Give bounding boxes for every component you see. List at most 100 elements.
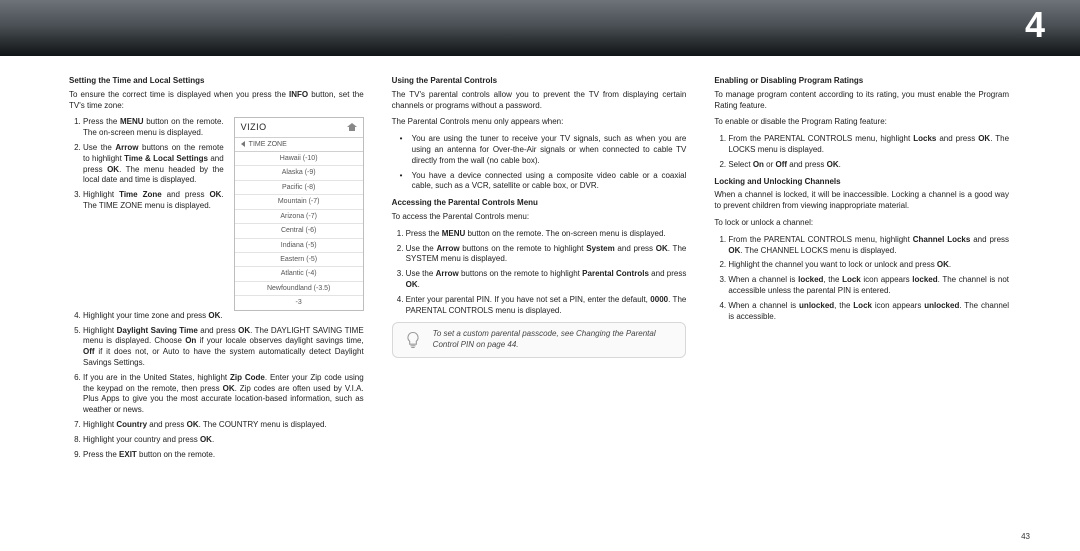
step-2: Highlight the channel you want to lock o… [728, 260, 1009, 271]
bold: Country [116, 420, 147, 429]
txt: , the [834, 301, 853, 310]
tip-text: To set a custom parental passcode, see C… [433, 329, 676, 351]
steps-list-c: Press the MENU button on the remote. The… [392, 229, 687, 317]
txt: and press [787, 160, 827, 169]
tz-footer: -3 [235, 296, 363, 309]
bold: OK [978, 134, 990, 143]
txt: Highlight your time zone and press [83, 311, 208, 320]
step-4: When a channel is unlocked, the Lock ico… [728, 301, 1009, 323]
bold: Arrow [436, 269, 459, 278]
bold: Parental Controls [582, 269, 649, 278]
txt: Select [728, 160, 752, 169]
bold: OK [200, 435, 212, 444]
timezone-widget: VIZIO TIME ZONE Hawaii (-10) Alaska (-9)… [234, 117, 364, 310]
tip-box: To set a custom parental passcode, see C… [392, 322, 687, 358]
txt: , the [823, 275, 842, 284]
tz-item: Atlantic (-4) [235, 267, 363, 281]
txt: icon appears [861, 275, 913, 284]
txt: Highlight [83, 326, 117, 335]
txt: and press [649, 269, 686, 278]
step-3: Use the Arrow buttons on the remote to h… [406, 269, 687, 291]
steps-list-a: Press the MENU button on the remote. The… [69, 117, 224, 211]
section-title-access: Accessing the Parental Controls Menu [392, 198, 687, 209]
txt: From the PARENTAL CONTROLS menu, highlig… [728, 235, 912, 244]
step-5: Highlight Daylight Saving Time and press… [83, 326, 364, 369]
bold: OK [208, 311, 220, 320]
txt: From the PARENTAL CONTROLS menu, highlig… [728, 134, 913, 143]
bold: locked [798, 275, 823, 284]
bold: OK [238, 326, 250, 335]
section-title-parental: Using the Parental Controls [392, 76, 687, 87]
para: The TV's parental controls allow you to … [392, 90, 687, 112]
txt: Highlight the channel you want to lock o… [728, 260, 937, 269]
steps-list-e: From the PARENTAL CONTROLS menu, highlig… [714, 235, 1009, 323]
vizio-logo: VIZIO [241, 121, 267, 133]
txt: and press [147, 420, 187, 429]
txt: Press the [406, 229, 442, 238]
txt: on page 44. [474, 340, 518, 349]
txt: If you are in the United States, highlig… [83, 373, 230, 382]
back-icon [241, 141, 245, 147]
para: The Parental Controls menu only appears … [392, 117, 687, 128]
step-2: Use the Arrow buttons on the remote to h… [83, 143, 224, 186]
bold: MENU [120, 117, 144, 126]
tz-label: TIME ZONE [249, 140, 287, 149]
txt: . [212, 435, 214, 444]
bold: Time & Local Settings [124, 154, 208, 163]
bold: Lock [853, 301, 872, 310]
tz-item: Pacific (-8) [235, 181, 363, 195]
bold: locked [912, 275, 937, 284]
txt: Press the [83, 450, 119, 459]
content-columns: Setting the Time and Local Settings To e… [69, 76, 1009, 466]
tz-item: Indiana (-5) [235, 239, 363, 253]
bold: OK [728, 246, 740, 255]
bold: Time Zone [119, 190, 162, 199]
txt: Use the [406, 269, 436, 278]
step-2: Use the Arrow buttons on the remote to h… [406, 244, 687, 266]
bold: Off [83, 347, 95, 356]
tz-subheader: TIME ZONE [235, 138, 363, 152]
bold: On [185, 336, 196, 345]
bold: Arrow [436, 244, 459, 253]
txt: Highlight [83, 190, 119, 199]
steps-1-3: Press the MENU button on the remote. The… [69, 117, 224, 310]
para: To manage program content according to i… [714, 90, 1009, 112]
bold: On [753, 160, 764, 169]
home-icon [347, 123, 357, 132]
column-1: Setting the Time and Local Settings To e… [69, 76, 364, 466]
tz-item: Eastern (-5) [235, 253, 363, 267]
bullet-2: You have a device connected using a comp… [404, 171, 687, 193]
para: To access the Parental Controls menu: [392, 212, 687, 223]
tz-item: Mountain (-7) [235, 195, 363, 209]
bold: 0000 [650, 295, 668, 304]
txt: . [418, 280, 420, 289]
bullet-1: You are using the tuner to receive your … [404, 134, 687, 166]
txt: if your locale observes daylight savings… [196, 336, 363, 345]
para: When a channel is locked, it will be ina… [714, 190, 1009, 212]
bold: Zip Code [230, 373, 265, 382]
bold: unlocked [799, 301, 834, 310]
txt: buttons on the remote to highlight [460, 244, 587, 253]
bold: Channel Locks [913, 235, 971, 244]
tz-header: VIZIO [235, 118, 363, 137]
lightbulb-icon [403, 330, 423, 350]
bold: Arrow [115, 143, 138, 152]
steps-list-b: Highlight your time zone and press OK. H… [69, 311, 364, 461]
txt: To set a custom parental passcode, see [433, 329, 576, 338]
txt: and press [615, 244, 656, 253]
step-1: Press the MENU button on the remote. The… [83, 117, 224, 139]
bold: EXIT [119, 450, 137, 459]
bold: Off [775, 160, 787, 169]
intro-text: To ensure the correct time is displayed … [69, 90, 364, 112]
header-banner: 4 [0, 0, 1080, 56]
bold: System [586, 244, 614, 253]
txt: and press [936, 134, 978, 143]
txt: When a channel is [728, 301, 799, 310]
txt: Press the [83, 117, 120, 126]
page-number: 43 [1021, 532, 1030, 541]
txt: Use the [406, 244, 437, 253]
bold: OK [209, 190, 221, 199]
bold: OK [827, 160, 839, 169]
step-4: Highlight your time zone and press OK. [83, 311, 364, 322]
txt: When a channel is [728, 275, 798, 284]
